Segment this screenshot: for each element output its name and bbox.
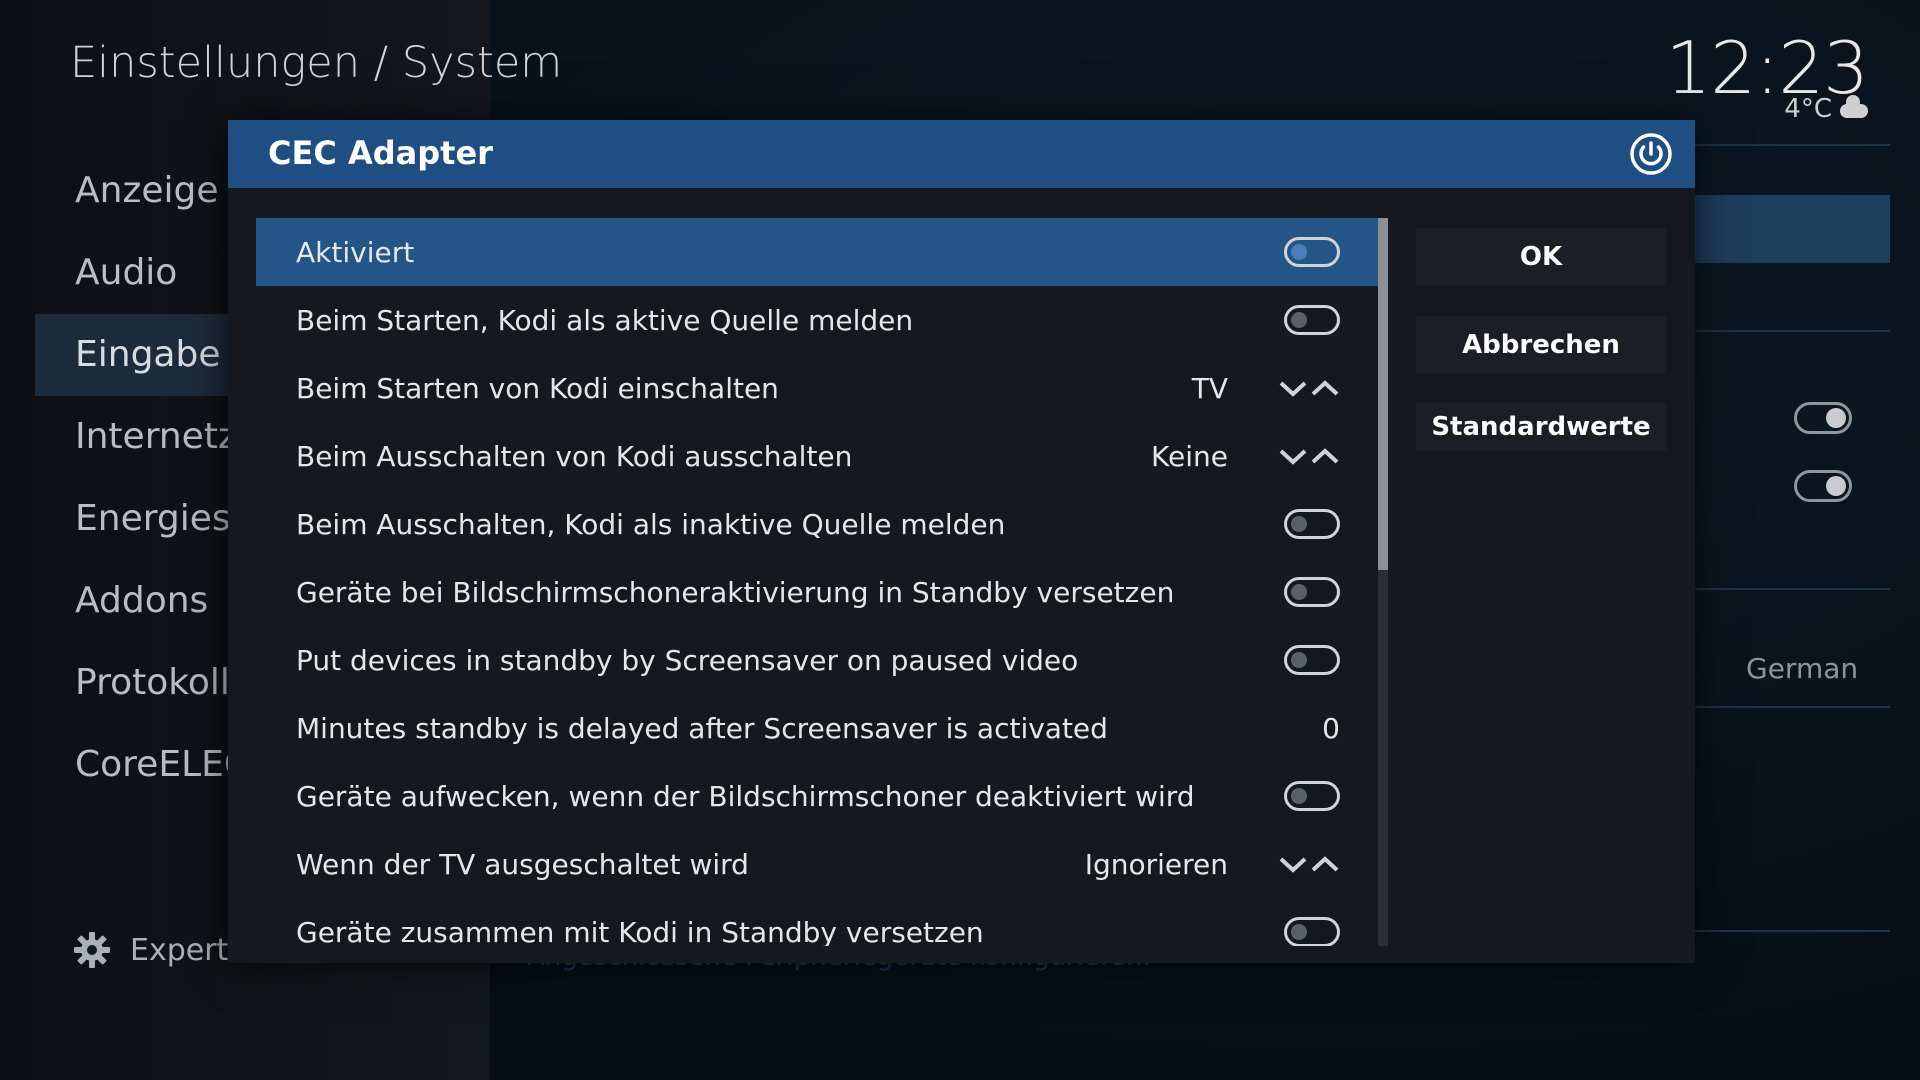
setting-label: Beim Ausschalten, Kodi als inaktive Quel… xyxy=(296,507,1006,541)
dialog-header: CEC Adapter xyxy=(228,120,1695,188)
setting-row[interactable]: Put devices in standby by Screensaver on… xyxy=(256,626,1378,694)
chevron-down-icon xyxy=(1279,449,1307,465)
setting-label: Wenn der TV ausgeschaltet wird xyxy=(296,847,749,881)
setting-row[interactable]: Beim Ausschalten von Kodi ausschalten Kei… xyxy=(256,422,1378,490)
toggle-knob xyxy=(1291,516,1307,532)
divider xyxy=(1690,588,1890,590)
setting-row[interactable]: Beim Ausschalten, Kodi als inaktive Quel… xyxy=(256,490,1378,558)
chevron-up-icon xyxy=(1311,448,1339,464)
setting-row[interactable]: Beim Starten von Kodi einschalten TV xyxy=(256,354,1378,422)
setting-label: Beim Starten von Kodi einschalten xyxy=(296,371,779,405)
toggle-knob xyxy=(1291,924,1307,940)
setting-row[interactable]: Geräte aufwecken, wenn der Bildschirmsch… xyxy=(256,762,1378,830)
toggle-switch[interactable] xyxy=(1284,781,1340,811)
toggle-knob xyxy=(1291,584,1307,600)
spinner-arrows-icon[interactable] xyxy=(1278,444,1340,468)
setting-label: Put devices in standby by Screensaver on… xyxy=(296,643,1079,677)
divider xyxy=(1690,330,1890,332)
scrollbar-thumb[interactable] xyxy=(1378,218,1388,570)
toggle-switch[interactable] xyxy=(1284,237,1340,267)
cancel-button[interactable]: Abbrechen xyxy=(1416,316,1666,374)
setting-label: Beim Starten, Kodi als aktive Quelle mel… xyxy=(296,303,914,337)
setting-label: Aktiviert xyxy=(296,235,415,269)
power-icon[interactable] xyxy=(1627,130,1675,178)
setting-row[interactable]: Minutes standby is delayed after Screens… xyxy=(256,694,1378,762)
setting-row[interactable]: Beim Starten, Kodi als aktive Quelle mel… xyxy=(256,286,1378,354)
cec-adapter-dialog: CEC Adapter Aktiviert Beim Starten, Kodi … xyxy=(228,120,1695,963)
gear-icon xyxy=(74,932,110,968)
divider xyxy=(1690,706,1890,708)
setting-value: 0 xyxy=(1322,711,1340,745)
toggle-switch[interactable] xyxy=(1284,645,1340,675)
toggle-knob xyxy=(1291,244,1307,260)
toggle-switch[interactable] xyxy=(1284,509,1340,539)
settings-list: Aktiviert Beim Starten, Kodi als aktive Q… xyxy=(256,218,1378,946)
chevron-up-icon xyxy=(1311,380,1339,396)
chevron-down-icon xyxy=(1279,857,1307,873)
setting-value: Ignorieren xyxy=(1084,847,1228,881)
temperature: 4°C xyxy=(1784,94,1832,124)
setting-value: TV xyxy=(1191,371,1228,405)
expert-level-button[interactable]: Experte xyxy=(72,930,247,970)
setting-row[interactable]: Aktiviert xyxy=(256,218,1378,286)
toggle-switch[interactable] xyxy=(1284,577,1340,607)
weather-info: 4°C xyxy=(1784,94,1868,124)
spinner-arrows-icon[interactable] xyxy=(1278,376,1340,400)
ok-button[interactable]: OK xyxy=(1416,228,1666,286)
chevron-up-icon xyxy=(1311,856,1339,872)
setting-label: Geräte aufwecken, wenn der Bildschirmsch… xyxy=(296,779,1195,813)
dialog-title: CEC Adapter xyxy=(268,134,493,172)
setting-label: Minutes standby is delayed after Screens… xyxy=(296,711,1108,745)
toggle-switch[interactable] xyxy=(1284,305,1340,335)
toggle-knob xyxy=(1291,788,1307,804)
page-title: Einstellungen / System xyxy=(70,38,563,88)
setting-row[interactable]: Wenn der TV ausgeschaltet wird Ignorieren xyxy=(256,830,1378,898)
chevron-down-icon xyxy=(1279,381,1307,397)
setting-row[interactable]: Geräte zusammen mit Kodi in Standby vers… xyxy=(256,898,1378,946)
cloud-icon xyxy=(1840,95,1868,118)
toggle-switch[interactable] xyxy=(1284,917,1340,946)
setting-label: Geräte zusammen mit Kodi in Standby vers… xyxy=(296,915,984,947)
language-value: German xyxy=(1746,652,1859,685)
background-toggle xyxy=(1794,470,1852,502)
defaults-button[interactable]: Standardwerte xyxy=(1416,403,1666,451)
divider xyxy=(1690,144,1890,146)
toggle-knob xyxy=(1291,312,1307,328)
divider xyxy=(1690,930,1890,932)
background-toggle xyxy=(1794,402,1852,434)
background-selected-row xyxy=(1690,195,1890,263)
setting-row[interactable]: Geräte bei Bildschirmschoneraktivierung … xyxy=(256,558,1378,626)
scrollbar[interactable] xyxy=(1378,218,1388,946)
spinner-arrows-icon[interactable] xyxy=(1278,852,1340,876)
setting-value: Keine xyxy=(1151,439,1228,473)
setting-label: Beim Ausschalten von Kodi ausschalten xyxy=(296,439,853,473)
toggle-knob xyxy=(1291,652,1307,668)
setting-label: Geräte bei Bildschirmschoneraktivierung … xyxy=(296,575,1175,609)
